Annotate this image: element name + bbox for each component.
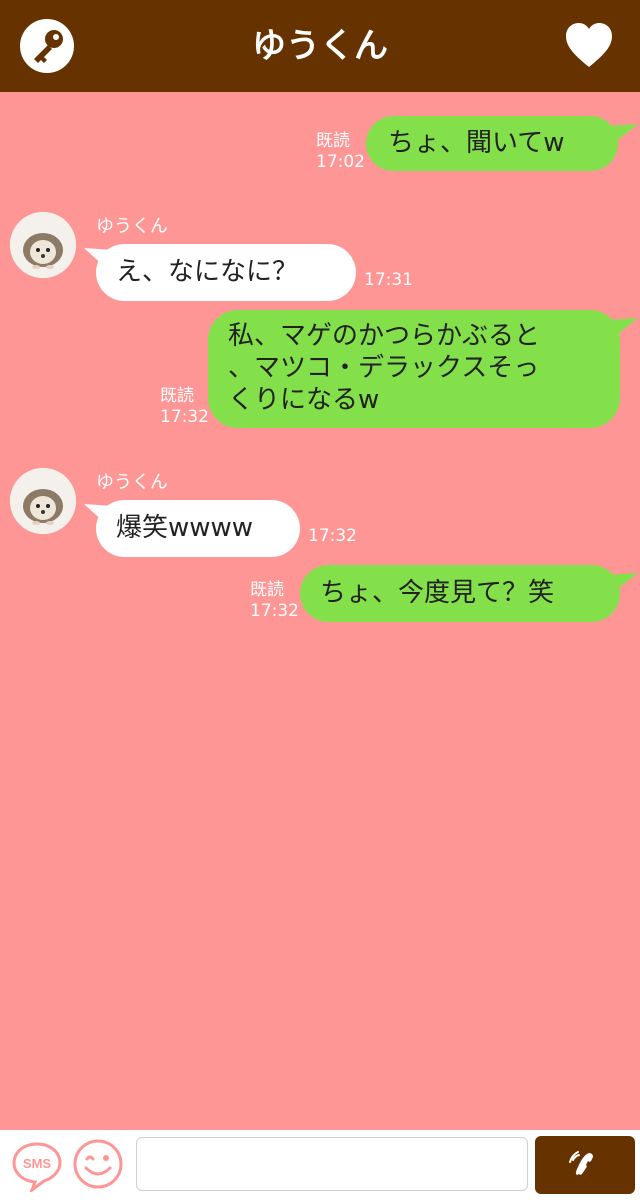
header-bar: ゆうくん [0,0,640,92]
hedgehog-avatar[interactable] [10,212,76,278]
hedgehog-icon [10,212,76,278]
key-icon [34,30,63,63]
key-button[interactable] [20,19,74,73]
message-input[interactable] [136,1137,528,1191]
outgoing-message-bubble[interactable]: ちょ、今度見て？笑 [300,565,620,622]
message-meta: 既読 17:02 [316,131,365,173]
read-receipt: 既読 [316,131,350,151]
message-time: 17:31 [364,270,413,290]
sender-name: ゆうくん [96,216,168,237]
message-text: ちょ、今度見て？笑 [320,578,555,608]
message-meta: 既読 17:32 [250,580,299,622]
sender-name: ゆうくん [96,472,168,493]
input-tools: SMS [6,1136,128,1192]
phone-icon [569,1151,593,1175]
message-meta: 17:31 [364,270,413,291]
bubble-tail [606,318,638,340]
message-meta: 17:32 [308,526,357,547]
input-bar: SMS [0,1130,640,1200]
message-text: ちょ、聞いてw [388,128,565,158]
message-time: 17:02 [316,152,365,172]
outgoing-message-bubble[interactable]: ちょ、聞いてw [366,116,618,171]
read-receipt: 既読 [250,580,284,600]
incoming-message-bubble[interactable]: 爆笑wwww [96,500,300,557]
sms-label: SMS [23,1156,52,1171]
outgoing-message-bubble[interactable]: 私、マゲのかつらかぶると 、マツコ・デラックスそっ くりになるw [208,310,620,428]
message-text: 爆笑wwww [116,513,254,543]
message-text: え、なになに？ [116,257,299,287]
bubble-tail [606,573,638,595]
hedgehog-avatar[interactable] [10,468,76,534]
message-time: 17:32 [160,407,209,427]
chat-title: ゆうくん [252,26,388,66]
incoming-message-bubble[interactable]: え、なになに？ [96,244,356,301]
message-text: 私、マゲのかつらかぶると 、マツコ・デラックスそっ くりになるw [228,321,541,415]
read-receipt: 既読 [160,386,194,406]
heart-icon [566,23,612,67]
bubble-tail [606,124,638,146]
message-time: 17:32 [250,601,299,621]
message-time: 17:32 [308,526,357,546]
heart-button[interactable] [563,20,615,72]
call-button[interactable] [535,1136,635,1194]
sms-icon[interactable]: SMS [10,1138,64,1192]
smile-icon[interactable] [72,1138,124,1190]
hedgehog-icon [10,468,76,534]
chat-app: ゆうくん 既読 17:02 ちょ、聞いてw ゆうくん え、なになに？ 17:31… [0,0,640,1200]
message-meta: 既読 17:32 [160,386,209,428]
